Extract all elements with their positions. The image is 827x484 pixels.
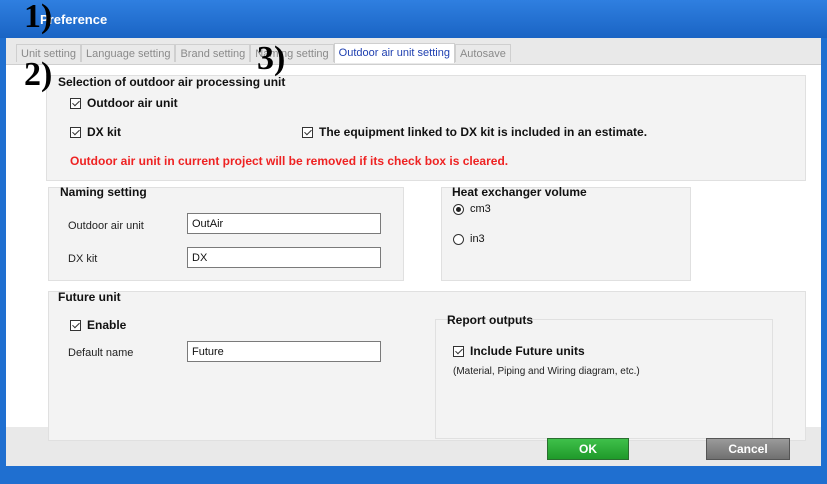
annotation-2: 2) — [24, 56, 53, 93]
heat-exchanger-volume-group-title: Heat exchanger volume — [452, 185, 587, 199]
title-bar: Preference — [0, 0, 827, 38]
radio-unselected-icon — [453, 233, 464, 245]
linked-equipment-checkbox-label: The equipment linked to DX kit is includ… — [319, 125, 648, 139]
include-future-units-label: Include Future units — [470, 344, 585, 358]
outdoor-air-unit-checkbox[interactable]: Outdoor air unit — [70, 96, 178, 110]
checkbox-checked-icon — [70, 319, 81, 331]
annotation-3: 3) — [257, 40, 286, 77]
future-unit-group-title: Future unit — [58, 290, 121, 304]
tab-panel: Selection of outdoor air processing unit… — [6, 64, 821, 441]
ok-button[interactable]: OK — [547, 438, 629, 460]
linked-equipment-checkbox[interactable]: The equipment linked to DX kit is includ… — [302, 125, 647, 139]
checkbox-checked-icon — [453, 345, 464, 357]
report-outputs-note: (Material, Piping and Wiring diagram, et… — [453, 366, 640, 377]
outdoor-air-unit-name-input[interactable] — [187, 213, 381, 234]
volume-cm3-radio[interactable]: cm3 — [453, 203, 491, 215]
volume-in3-radio[interactable]: in3 — [453, 233, 485, 245]
removal-warning: Outdoor air unit in current project will… — [70, 154, 509, 168]
dx-kit-name-input[interactable] — [187, 247, 381, 268]
tab-language-setting[interactable]: Language setting — [81, 44, 176, 62]
volume-in3-label: in3 — [470, 233, 485, 245]
default-name-input[interactable] — [187, 341, 381, 362]
radio-selected-icon — [453, 203, 464, 215]
checkbox-checked-icon — [70, 126, 81, 138]
report-outputs-group-title: Report outputs — [447, 313, 533, 327]
annotation-1: 1) — [24, 0, 53, 35]
tab-brand-setting[interactable]: Brand setting — [175, 44, 251, 62]
future-enable-checkbox[interactable]: Enable — [70, 318, 126, 332]
dx-kit-checkbox-label: DX kit — [87, 125, 122, 139]
preference-window: Preference Unit setting Language setting… — [0, 0, 827, 484]
checkbox-checked-icon — [302, 126, 313, 138]
naming-setting-group-title: Naming setting — [60, 185, 147, 199]
checkbox-checked-icon — [70, 97, 81, 109]
tab-outdoor-air-unit-setting[interactable]: Outdoor air unit setting — [333, 43, 455, 63]
include-future-units-checkbox[interactable]: Include Future units — [453, 344, 585, 358]
window-bottom-border — [6, 466, 821, 484]
cancel-button[interactable]: Cancel — [706, 438, 790, 460]
tab-autosave[interactable]: Autosave — [454, 44, 511, 62]
dialog-body: Unit setting Language setting Brand sett… — [6, 38, 821, 466]
future-enable-label: Enable — [87, 318, 127, 332]
default-name-label: Default name — [68, 347, 134, 359]
dx-kit-name-label: DX kit — [68, 253, 98, 265]
dx-kit-checkbox[interactable]: DX kit — [70, 125, 121, 139]
selection-group-title: Selection of outdoor air processing unit — [58, 75, 286, 89]
report-outputs-group — [435, 319, 773, 439]
volume-cm3-label: cm3 — [470, 203, 491, 215]
outdoor-air-unit-checkbox-label: Outdoor air unit — [87, 96, 178, 110]
outdoor-air-unit-name-label: Outdoor air unit — [68, 220, 144, 232]
